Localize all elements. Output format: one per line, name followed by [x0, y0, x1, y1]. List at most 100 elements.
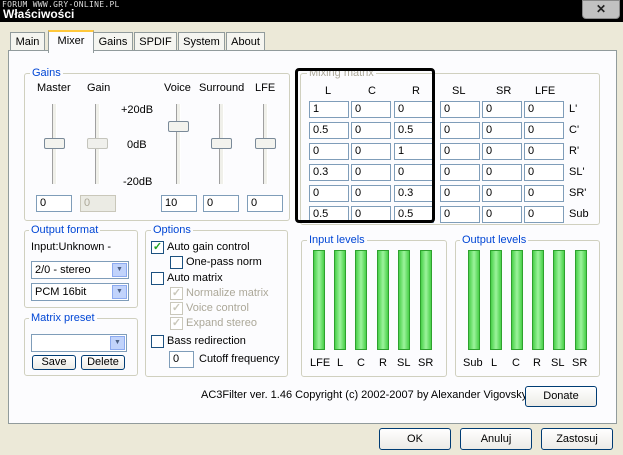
sample-format-select[interactable]: PCM 16bit ▼: [31, 283, 129, 301]
matrix-cell-input[interactable]: 0: [351, 143, 391, 160]
level-meter-bar: [398, 250, 410, 350]
auto-gain-label: Auto gain control: [167, 241, 250, 253]
master-label: Master: [37, 82, 71, 94]
matrix-cell-input[interactable]: 0: [482, 143, 522, 160]
donate-button[interactable]: Donate: [525, 386, 597, 407]
input-levels-title: Input levels: [307, 234, 367, 246]
auto-matrix-checkbox[interactable]: [151, 272, 164, 285]
matrix-cell-input[interactable]: 0: [440, 164, 480, 181]
matrix-row-label: SL': [569, 166, 585, 178]
level-meter-label: SL: [397, 357, 411, 369]
matrix-cell-input[interactable]: 0: [482, 206, 522, 223]
matrix-cell-input[interactable]: 0.5: [394, 122, 434, 139]
matrix-cell-input[interactable]: 0: [524, 101, 564, 118]
copyright-text: AC3Filter ver. 1.46 Copyright (c) 2002-2…: [201, 389, 528, 401]
matrix-cell-input[interactable]: 0: [309, 185, 349, 202]
matrix-cell-input[interactable]: 0.3: [309, 164, 349, 181]
matrix-cell-input[interactable]: 0: [351, 101, 391, 118]
cancel-button[interactable]: Anuluj: [460, 428, 532, 450]
voice-value-input[interactable]: 10: [161, 195, 197, 212]
auto-gain-checkbox[interactable]: ✓: [151, 241, 164, 254]
tab-main[interactable]: Main: [10, 32, 45, 51]
matrix-cell-input[interactable]: 0: [394, 101, 434, 118]
slider-thumb[interactable]: [168, 121, 189, 132]
matrix-cell-input[interactable]: 0.3: [394, 185, 434, 202]
output-format-title: Output format: [29, 224, 101, 236]
voice-label: Voice: [164, 82, 191, 94]
matrix-title: Mixing matrix: [307, 67, 376, 79]
tab-spdif[interactable]: SPDIF: [134, 32, 177, 51]
level-meter-bar: [575, 250, 587, 350]
matrix-cell-input[interactable]: 0: [524, 206, 564, 223]
matrix-preset-title: Matrix preset: [29, 312, 97, 324]
ok-button[interactable]: OK: [379, 428, 451, 450]
matrix-cell-input[interactable]: 0: [440, 206, 480, 223]
scale-plus20: +20dB: [121, 104, 154, 116]
matrix-cell-input[interactable]: 0: [482, 185, 522, 202]
delete-button[interactable]: Delete: [81, 355, 125, 370]
gains-title: Gains: [30, 67, 63, 79]
matrix-cell-input[interactable]: 0: [440, 185, 480, 202]
gain-label: Gain: [87, 82, 111, 94]
matrix-cell-input[interactable]: 0.5: [309, 206, 349, 223]
chevron-down-icon: ▼: [112, 285, 127, 299]
matrix-cell-input[interactable]: 0: [482, 164, 522, 181]
tab-system[interactable]: System: [178, 32, 225, 51]
cutoff-frequency-input[interactable]: 0: [169, 351, 194, 368]
channels-value: 2/0 - stereo: [35, 264, 91, 276]
matrix-col-header: SL: [452, 85, 466, 97]
bass-redirection-label: Bass redirection: [167, 335, 246, 347]
matrix-cell-input[interactable]: 0: [440, 122, 480, 139]
matrix-cell-input[interactable]: 1: [309, 101, 349, 118]
surround-value-input[interactable]: 0: [203, 195, 239, 212]
tab-gains[interactable]: Gains: [93, 32, 133, 51]
lfe-value-input[interactable]: 0: [247, 195, 283, 212]
matrix-cell-input[interactable]: 0: [524, 185, 564, 202]
normalize-checkbox: ✓: [170, 287, 183, 300]
matrix-cell-input[interactable]: 0: [524, 164, 564, 181]
slider-thumb[interactable]: [44, 138, 65, 149]
level-meter-bar: [490, 250, 502, 350]
expand-stereo-label: Expand stereo: [186, 317, 257, 329]
matrix-col-header: C: [368, 85, 376, 97]
save-button[interactable]: Save: [32, 355, 76, 370]
matrix-cell-input[interactable]: 0: [524, 122, 564, 139]
voice-control-checkbox: ✓: [170, 302, 183, 315]
matrix-col-header: LFE: [535, 85, 556, 97]
matrix-cell-input[interactable]: 0: [440, 143, 480, 160]
preset-select[interactable]: ▼: [31, 334, 127, 352]
matrix-cell-input[interactable]: 0: [351, 164, 391, 181]
one-pass-checkbox[interactable]: [170, 256, 183, 269]
output-levels-title: Output levels: [460, 234, 529, 246]
bass-redirection-checkbox[interactable]: [151, 335, 164, 348]
matrix-cell-input[interactable]: 0: [482, 101, 522, 118]
matrix-row-label: C': [569, 124, 580, 136]
matrix-cell-input[interactable]: 0: [394, 164, 434, 181]
level-meter-label: L: [337, 357, 344, 369]
matrix-cell-input[interactable]: 0: [351, 206, 391, 223]
master-value-input[interactable]: 0: [36, 195, 72, 212]
matrix-cell-input[interactable]: 0: [309, 143, 349, 160]
level-meter-label: C: [357, 357, 365, 369]
matrix-cell-input[interactable]: 0: [440, 101, 480, 118]
matrix-cell-input[interactable]: 0.5: [394, 206, 434, 223]
matrix-cell-input[interactable]: 0: [524, 143, 564, 160]
matrix-row-label: Sub: [569, 208, 589, 220]
matrix-cell-input[interactable]: 0.5: [309, 122, 349, 139]
apply-button[interactable]: Zastosuj: [541, 428, 613, 450]
level-meter-bar: [420, 250, 432, 350]
tab-mixer[interactable]: Mixer: [48, 30, 94, 53]
chevron-down-icon: ▼: [112, 263, 127, 277]
matrix-cell-input[interactable]: 0: [482, 122, 522, 139]
normalize-label: Normalize matrix: [186, 287, 269, 299]
matrix-cell-input[interactable]: 1: [394, 143, 434, 160]
matrix-cell-input[interactable]: 0: [351, 122, 391, 139]
slider-thumb[interactable]: [255, 138, 276, 149]
level-meter-label: Sub: [463, 357, 483, 369]
level-meter-label: LFE: [310, 357, 331, 369]
tab-about[interactable]: About: [226, 32, 265, 51]
channels-select[interactable]: 2/0 - stereo ▼: [31, 261, 129, 279]
matrix-cell-input[interactable]: 0: [351, 185, 391, 202]
close-button[interactable]: ✕: [582, 0, 620, 19]
slider-thumb[interactable]: [211, 138, 232, 149]
